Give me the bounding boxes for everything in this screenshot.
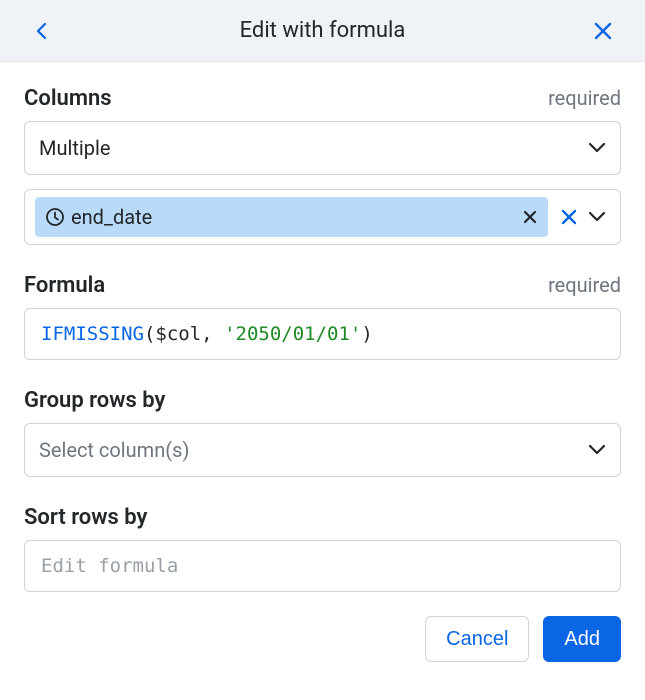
- sort-by-header: Sort rows by: [24, 505, 621, 530]
- dialog-title: Edit with formula: [240, 18, 406, 43]
- x-icon: [522, 209, 538, 225]
- columns-label: Columns: [24, 86, 112, 111]
- group-by-header: Group rows by: [24, 388, 621, 413]
- x-icon: [560, 208, 578, 226]
- group-by-label: Group rows by: [24, 388, 165, 413]
- clear-all-button[interactable]: [560, 208, 578, 226]
- chevron-down-icon[interactable]: [588, 211, 606, 223]
- columns-multiselect[interactable]: end_date: [24, 189, 621, 245]
- sort-by-section: Sort rows by: [24, 505, 621, 592]
- formula-label: Formula: [24, 273, 105, 298]
- chevron-down-icon: [588, 444, 606, 456]
- formula-input[interactable]: IFMISSING($col, '2050/01/01'): [24, 308, 621, 360]
- multiselect-actions: [560, 208, 610, 226]
- formula-header: Formula required: [24, 273, 621, 298]
- sort-by-input[interactable]: [24, 540, 621, 592]
- chevron-left-icon: [35, 21, 49, 41]
- sort-by-label: Sort rows by: [24, 505, 147, 530]
- dialog-footer: Cancel Add: [0, 592, 645, 686]
- clock-icon: [45, 207, 65, 227]
- column-chip: end_date: [35, 197, 548, 237]
- formula-token-var: $col: [155, 323, 201, 345]
- dialog-content: Columns required Multiple end_date: [0, 62, 645, 592]
- formula-token-str: '2050/01/01': [224, 323, 361, 345]
- columns-mode-select[interactable]: Multiple: [24, 121, 621, 175]
- group-by-placeholder: Select column(s): [39, 438, 189, 462]
- columns-required: required: [548, 86, 621, 110]
- column-chip-label: end_date: [71, 205, 516, 229]
- formula-token-comma: ,: [201, 323, 224, 345]
- formula-section: Formula required IFMISSING($col, '2050/0…: [24, 273, 621, 360]
- formula-token-close: ): [361, 323, 372, 345]
- columns-mode-value: Multiple: [39, 136, 110, 160]
- columns-header: Columns required: [24, 86, 621, 111]
- group-by-select[interactable]: Select column(s): [24, 423, 621, 477]
- dialog-header: Edit with formula: [0, 0, 645, 62]
- add-button[interactable]: Add: [543, 616, 621, 662]
- chip-remove-button[interactable]: [522, 209, 538, 225]
- group-by-section: Group rows by Select column(s): [24, 388, 621, 477]
- back-button[interactable]: [30, 19, 54, 43]
- close-button[interactable]: [591, 19, 615, 43]
- chevron-down-icon: [588, 142, 606, 154]
- cancel-button[interactable]: Cancel: [425, 616, 529, 662]
- formula-token-open: (: [144, 323, 155, 345]
- formula-token-fn: IFMISSING: [41, 323, 144, 345]
- close-icon: [593, 21, 613, 41]
- formula-required: required: [548, 273, 621, 297]
